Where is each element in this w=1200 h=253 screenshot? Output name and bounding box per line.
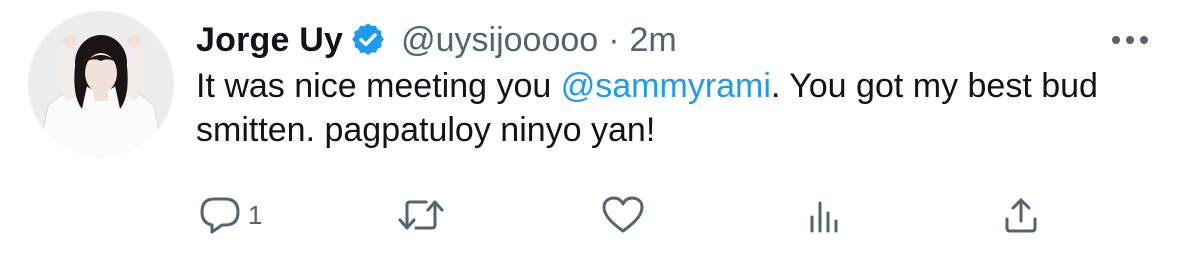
timestamp[interactable]: 2m	[630, 14, 677, 66]
handle[interactable]: @uysijooooo	[401, 14, 598, 66]
separator-dot: ·	[608, 21, 620, 59]
more-horizontal-icon[interactable]	[1110, 34, 1150, 54]
analytics-icon	[803, 195, 843, 235]
avatar-image	[28, 11, 174, 157]
tweet[interactable]: Jorge Uy @uysijooooo · 2m It was nice me…	[0, 0, 1200, 253]
tweet-text: It was nice meeting you @sammyrami. You …	[196, 64, 1156, 152]
mention-link[interactable]: @sammyrami	[561, 67, 771, 105]
avatar[interactable]	[28, 11, 174, 157]
like-button[interactable]	[601, 190, 645, 240]
tweet-content: Jorge Uy @uysijooooo · 2m It was nice me…	[196, 14, 1150, 152]
share-button[interactable]	[1001, 190, 1041, 240]
reply-icon	[198, 195, 242, 235]
views-button[interactable]	[803, 190, 843, 240]
reply-count: 1	[248, 199, 263, 230]
share-icon	[1001, 195, 1041, 235]
retweet-button[interactable]	[396, 190, 446, 240]
tweet-actions: 1	[196, 190, 1056, 240]
tweet-header: Jorge Uy @uysijooooo · 2m	[196, 14, 1150, 66]
display-name[interactable]: Jorge Uy	[196, 14, 343, 66]
retweet-icon	[396, 195, 446, 235]
reply-button[interactable]: 1	[198, 190, 262, 240]
heart-icon	[601, 195, 645, 235]
tweet-text-before: It was nice meeting you	[196, 67, 561, 105]
verified-badge-icon	[349, 21, 387, 59]
